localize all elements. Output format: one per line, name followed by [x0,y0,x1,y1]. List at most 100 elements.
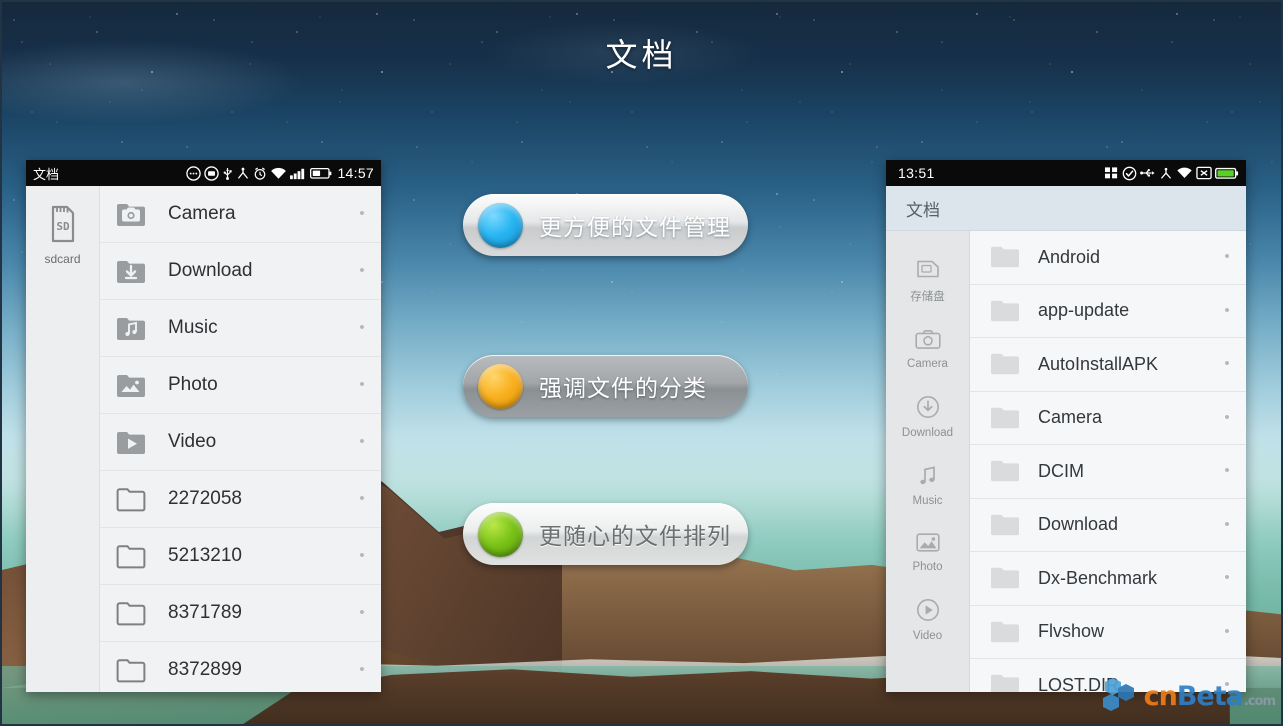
file-row[interactable]: Photo • [100,357,381,414]
row-more-icon[interactable]: • [355,377,369,392]
file-row[interactable]: Download • [100,243,381,300]
file-name: Download [1038,514,1119,535]
row-more-icon[interactable]: • [355,434,369,449]
file-row[interactable]: Camera • [970,392,1246,445]
music-icon [919,466,935,485]
photo-folder-icon [116,372,150,398]
folder-icon [116,543,150,569]
file-row[interactable]: 5213210 • [100,528,381,585]
row-more-icon[interactable]: • [355,206,369,221]
feature-pill-file-arrangement[interactable]: 更随心的文件排列 [463,503,748,565]
sidebar-item-sdcard[interactable]: SD sdcard [26,196,99,274]
phone-right-body: 存储盘 Camera Download Music Photo Video An… [886,231,1246,692]
sidebar-right: 存储盘 Camera Download Music Photo Video [886,231,970,692]
message-icon [186,165,202,181]
sidebar-item-storage[interactable]: 存储盘 [886,245,969,316]
file-row[interactable]: Music • [100,300,381,357]
row-more-icon[interactable]: • [1220,570,1234,585]
feature-pill-label: 强调文件的分类 [539,376,707,402]
folder-icon [990,406,1024,430]
file-row[interactable]: DCIM • [970,445,1246,499]
sidebar-item-download[interactable]: Download [886,382,969,451]
sidebar-item-camera[interactable]: Camera [886,316,969,382]
row-more-icon[interactable]: • [1220,410,1234,425]
camera-icon [914,330,941,349]
file-name: AutoInstallAPK [1038,353,1159,374]
folder-icon [990,673,1024,692]
file-row[interactable]: Video • [100,414,381,471]
battery-icon [1215,167,1239,179]
row-more-icon[interactable]: • [1220,463,1234,478]
folder-icon [990,566,1024,590]
watermark-text: cnBeta.com [1144,683,1276,710]
folder-icon [116,486,150,512]
feature-pill-file-management[interactable]: 更方便的文件管理 [463,194,748,256]
file-row[interactable]: app-update • [970,285,1246,338]
camera-folder-icon [116,201,150,227]
file-row[interactable]: Android • [970,231,1246,285]
sidebar-item-label: sdcard [44,252,81,266]
file-name: Dx-Benchmark [1038,567,1158,588]
app-title: 文档 [906,200,940,221]
row-more-icon[interactable]: • [1220,249,1234,264]
usb-icon [224,167,233,180]
status-bar-left: 文档 14:57 [26,160,381,186]
file-row[interactable]: 8371789 • [100,585,381,642]
sidebar-item-photo[interactable]: Photo [886,519,969,585]
battery-icon [310,167,332,179]
sidebar-item-label: Music [912,495,943,507]
row-more-icon[interactable]: • [355,548,369,563]
file-list-left[interactable]: Camera • Download • Music • Photo • Vide… [100,186,381,692]
sidebar-item-music[interactable]: Music [886,451,969,519]
row-more-icon[interactable]: • [355,263,369,278]
cnbeta-logo-icon [1102,678,1134,711]
sidebar-item-video[interactable]: Video [886,585,969,654]
feature-pill-label: 更方便的文件管理 [539,215,731,241]
screenshot-icon [204,165,220,181]
file-list-right[interactable]: Android • app-update • AutoInstallAPK • … [970,231,1246,692]
music-folder-icon [116,315,150,341]
file-name: Camera [1038,407,1103,428]
file-row[interactable]: 2272058 • [100,471,381,528]
blue-dot-icon [478,202,523,248]
check-circle-icon [1122,166,1137,180]
row-more-icon[interactable]: • [355,320,369,335]
file-name: 8372899 [168,659,242,680]
status-bar-clock: 13:51 [898,165,935,181]
wifi-icon [1177,167,1192,179]
sidebar-item-label: 存储盘 [910,291,945,303]
file-row[interactable]: Dx-Benchmark • [970,552,1246,606]
row-more-icon[interactable]: • [355,491,369,506]
file-row[interactable]: Flvshow • [970,606,1246,659]
row-more-icon[interactable]: • [355,662,369,677]
file-row[interactable]: 8372899 • [100,642,381,692]
row-more-icon[interactable]: • [1220,303,1234,318]
page-title: 文档 [605,36,678,74]
sync-icon [1161,167,1171,179]
row-more-icon[interactable]: • [1220,624,1234,639]
video-icon [916,599,939,621]
wifi-icon [271,167,287,179]
svg-text:SD: SD [56,220,70,233]
sync-icon [238,167,249,179]
download-folder-icon [116,258,150,284]
row-more-icon[interactable]: • [1220,517,1234,532]
folder-icon [990,620,1024,644]
file-row[interactable]: Download • [970,499,1246,552]
row-more-icon[interactable]: • [1220,356,1234,371]
status-bar-icons-right [1104,166,1239,181]
screenshot-stage: 文档 更方便的文件管理 强调文件的分类 更随心的文件排列 文档 14:57 SD… [0,0,1283,726]
status-bar-icons-left [186,165,332,181]
row-more-icon[interactable]: • [355,605,369,620]
usb-icon [1140,169,1155,177]
sidebar-item-label: Download [901,427,954,439]
status-bar-clock: 14:57 [337,165,374,181]
cnbeta-watermark: cnBeta.com [1100,676,1276,716]
file-row[interactable]: Camera • [100,186,381,243]
phone-screenshot-right: 13:51 文档 存储盘 Camera Download Music Photo… [886,160,1246,692]
feature-pill-file-classification[interactable]: 强调文件的分类 [463,355,748,417]
watermark-com: .com [1243,693,1276,709]
grid-icon [1104,167,1118,179]
folder-icon [116,657,150,683]
file-row[interactable]: AutoInstallAPK • [970,338,1246,392]
